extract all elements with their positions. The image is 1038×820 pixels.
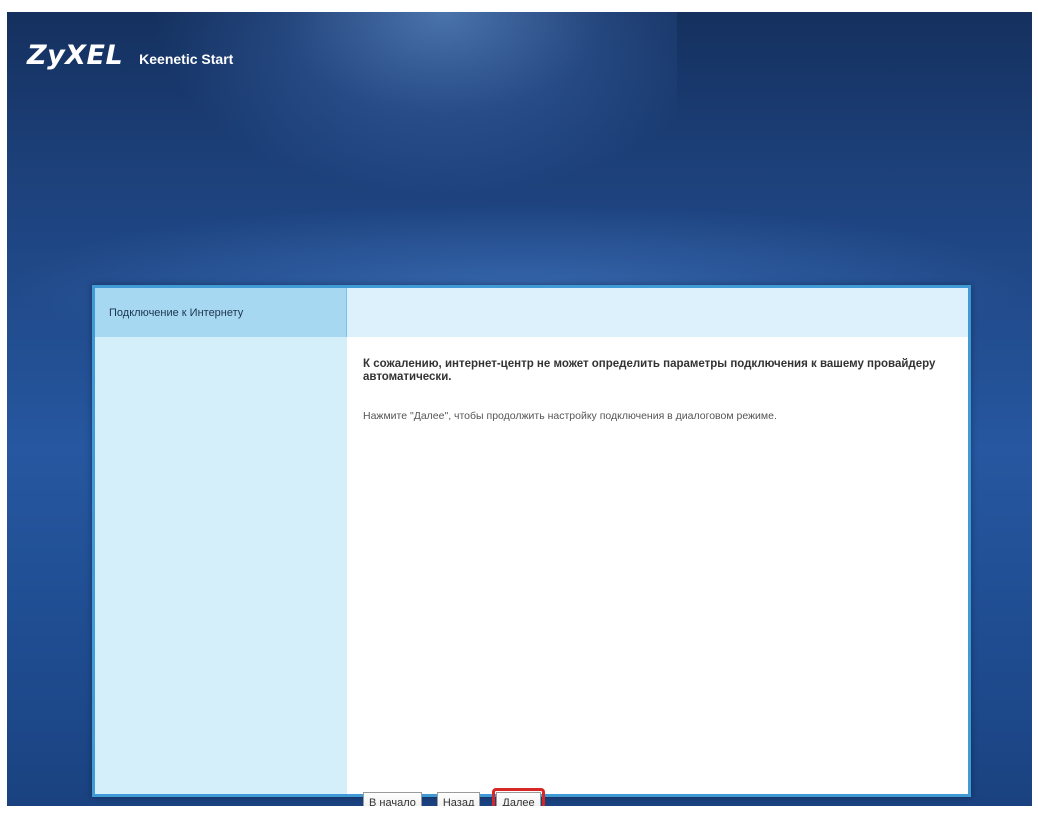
header: ZyXEL Keenetic Start	[27, 40, 233, 71]
product-name: Keenetic Start	[139, 51, 234, 67]
wizard-buttons: В начало Назад Далее	[363, 788, 545, 806]
wizard-panel: Подключение к Интернету К сожалению, инт…	[92, 285, 971, 806]
hint-text: Нажмите "Далее", чтобы продолжить настро…	[363, 410, 777, 422]
tab-label: Подключение к Интернету	[109, 306, 244, 319]
panel-content: К сожалению, интернет-центр не может опр…	[347, 337, 968, 806]
error-message: К сожалению, интернет-центр не может опр…	[363, 358, 936, 383]
tab-internet-connection[interactable]: Подключение к Интернету	[95, 288, 347, 337]
next-button-highlight: Далее	[492, 788, 545, 806]
start-button[interactable]: В начало	[363, 792, 422, 806]
panel-sidebar	[95, 337, 347, 794]
router-setup-screen: ZyXEL Keenetic Start Подключение к Интер…	[7, 12, 1032, 806]
zyxel-logo: ZyXEL	[27, 40, 124, 71]
back-button[interactable]: Назад	[436, 792, 481, 806]
panel-top-strip	[347, 288, 968, 337]
next-button[interactable]: Далее	[496, 792, 541, 806]
